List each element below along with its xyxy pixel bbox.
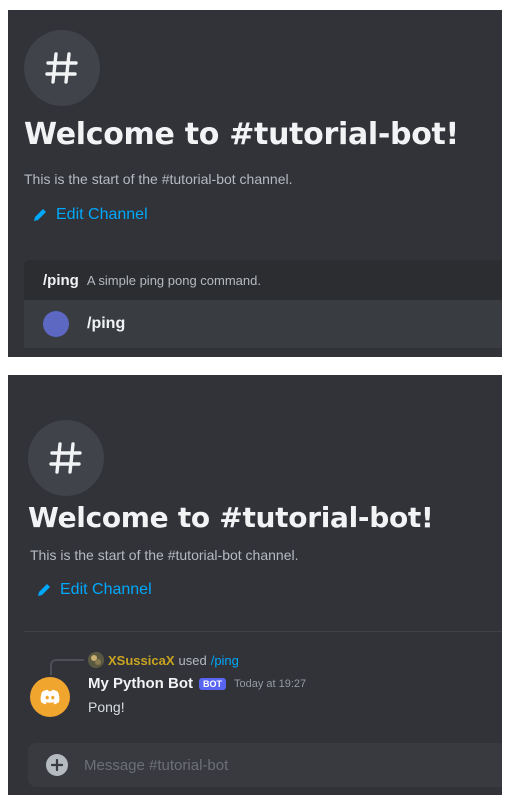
message-composer <box>28 743 502 787</box>
channel-start-text: This is the start of the #tutorial-bot c… <box>24 171 293 187</box>
command-description: A simple ping pong command. <box>86 272 261 288</box>
message-timestamp: Today at 19:27 <box>234 677 307 690</box>
command-option-ping[interactable]: /ping <box>24 300 502 348</box>
reply-used-text: used <box>178 652 207 668</box>
welcome-title: Welcome to #tutorial-bot! <box>28 501 434 534</box>
attach-plus-button[interactable] <box>46 754 68 776</box>
edit-channel-link[interactable]: Edit Channel <box>36 581 152 599</box>
discord-logo-icon <box>40 689 60 705</box>
message-header: My Python Bot BOT Today at 19:27 <box>88 675 306 692</box>
channel-view-message: Welcome to #tutorial-bot! This is the st… <box>8 375 502 795</box>
command-autocomplete-header: /ping A simple ping pong command. <box>24 260 502 300</box>
channel-hash-icon <box>28 420 104 496</box>
user-avatar-icon[interactable] <box>88 652 104 668</box>
message-divider <box>24 631 502 632</box>
edit-channel-link[interactable]: Edit Channel <box>32 206 148 224</box>
message-input[interactable] <box>84 756 502 774</box>
pencil-icon <box>34 209 46 221</box>
message-content: Pong! <box>88 699 125 715</box>
plus-icon <box>51 759 63 771</box>
reply-connector <box>50 659 84 675</box>
command-option-label: /ping <box>87 315 126 332</box>
edit-channel-label: Edit Channel <box>56 206 148 223</box>
reply-username[interactable]: XSussicaX <box>108 653 175 668</box>
command-name: /ping <box>43 271 79 289</box>
bot-avatar-icon <box>43 311 69 337</box>
edit-channel-label: Edit Channel <box>60 581 152 598</box>
message-author[interactable]: My Python Bot <box>88 675 193 692</box>
bot-avatar[interactable] <box>30 677 70 717</box>
pencil-icon <box>38 584 50 596</box>
welcome-title: Welcome to #tutorial-bot! <box>24 117 459 152</box>
channel-hash-icon <box>24 30 100 106</box>
interaction-reply: XSussicaX used /ping <box>88 652 239 668</box>
bot-badge: BOT <box>199 677 226 690</box>
channel-start-text: This is the start of the #tutorial-bot c… <box>30 547 299 563</box>
reply-command-link[interactable]: /ping <box>211 653 239 668</box>
channel-view-autocomplete: Welcome to #tutorial-bot! This is the st… <box>8 10 502 357</box>
